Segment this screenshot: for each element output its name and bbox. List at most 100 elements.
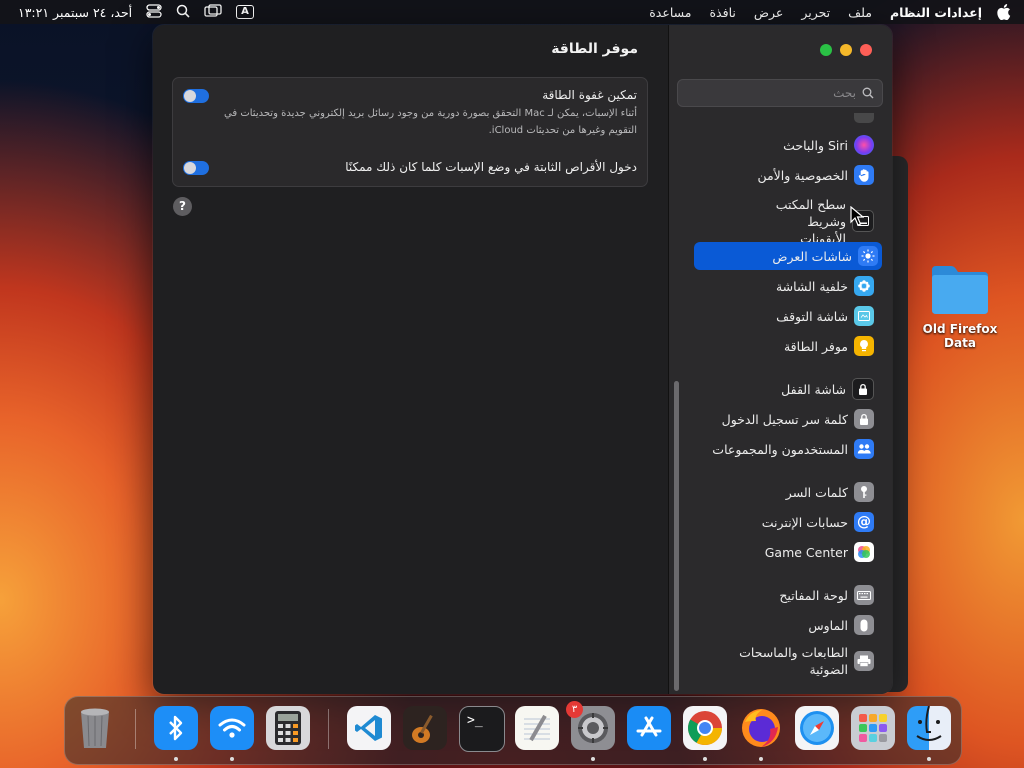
- sidebar-item-label: المستخدمون والمجموعات: [712, 441, 848, 457]
- sidebar-item-partial[interactable]: [692, 113, 878, 123]
- sidebar-list: Siri والباحث الخصوصية والأمن سطح المكتب …: [669, 113, 892, 694]
- menu-bar: إعدادات النظام ملف تحرير عرض نافذة مساعد…: [0, 0, 1024, 24]
- toggle-knob: [184, 162, 196, 174]
- sidebar-item-mouse[interactable]: الماوس: [692, 611, 878, 639]
- input-source-badge[interactable]: A: [236, 5, 254, 19]
- calculator-icon[interactable]: [266, 706, 310, 750]
- sidebar-item-label: الماوس: [808, 617, 848, 633]
- finder-icon[interactable]: [907, 706, 951, 750]
- running-indicator: [174, 757, 178, 761]
- running-indicator: [927, 757, 931, 761]
- dock-separator: [135, 709, 136, 749]
- menu-app-name[interactable]: إعدادات النظام: [890, 5, 982, 20]
- setting-description: أثناء الإسبات، يمكن لـ Mac التحقق بصورة …: [224, 108, 637, 136]
- apple-menu-icon[interactable]: [996, 4, 1012, 20]
- menu-clock[interactable]: أحد، ٢٤ سبتمبر ١٣:٢١: [18, 5, 132, 20]
- launchpad-icon[interactable]: [851, 706, 895, 750]
- sidebar-item-login-password[interactable]: كلمة سر تسجيل الدخول: [692, 405, 878, 433]
- sidebar-item-battery[interactable]: موفر الطاقة: [692, 332, 878, 360]
- sidebar-scrollbar[interactable]: [674, 381, 679, 691]
- menu-view[interactable]: عرض: [754, 5, 783, 20]
- close-button[interactable]: [860, 44, 872, 56]
- search-icon: [862, 87, 874, 99]
- system-settings-icon[interactable]: ٣: [566, 701, 615, 750]
- notifications-icon: [854, 113, 874, 123]
- setting-row-power-nap: تمكين غفوة الطاقة أثناء الإسبات، يمكن لـ…: [182, 88, 637, 139]
- running-indicator: [703, 757, 707, 761]
- screen-mirroring-icon[interactable]: [204, 3, 222, 21]
- mouse-icon: [854, 615, 874, 635]
- sidebar-item-siri[interactable]: Siri والباحث: [692, 131, 878, 159]
- safari-icon[interactable]: [795, 706, 839, 750]
- menu-edit[interactable]: تحرير: [801, 5, 830, 20]
- window-controls: [820, 44, 872, 56]
- sidebar-item-privacy[interactable]: الخصوصية والأمن: [692, 161, 878, 189]
- main-pane: موفر الطاقة تمكين غفوة الطاقة أثناء الإس…: [153, 25, 668, 694]
- sidebar-item-screensaver[interactable]: شاشة التوقف: [692, 302, 878, 330]
- sidebar-item-passwords[interactable]: كلمات السر: [692, 478, 878, 506]
- sidebar-item-displays[interactable]: شاشات العرض: [694, 242, 882, 270]
- control-center-icon[interactable]: [146, 3, 162, 21]
- game-center-icon: [854, 542, 874, 562]
- sidebar-item-label: لوحة المفاتيح: [779, 587, 848, 603]
- running-indicator: [759, 757, 763, 761]
- vscode-icon[interactable]: [347, 706, 391, 750]
- key-icon: [854, 482, 874, 502]
- lock-small-icon: [854, 409, 874, 429]
- search-input[interactable]: [704, 85, 858, 101]
- brightness-icon: [858, 246, 878, 266]
- sidebar-item-wallpaper[interactable]: خلفية الشاشة: [692, 272, 878, 300]
- notification-badge: ٣: [566, 701, 583, 718]
- sidebar-item-printers[interactable]: الطابعات والماسحات الضوئية: [692, 641, 878, 681]
- sidebar-item-label: Game Center: [764, 544, 848, 560]
- terminal-icon[interactable]: >_: [459, 706, 505, 752]
- menu-file[interactable]: ملف: [848, 5, 872, 20]
- sidebar-item-users[interactable]: المستخدمون والمجموعات: [692, 435, 878, 463]
- app-store-icon[interactable]: [627, 706, 671, 750]
- sidebar-item-label: شاشة القفل: [781, 381, 846, 397]
- firefox-icon[interactable]: [739, 706, 783, 750]
- sidebar-item-label: Siri والباحث: [783, 137, 848, 153]
- menu-help[interactable]: مساعدة: [649, 5, 691, 20]
- sidebar-item-label: شاشة التوقف: [776, 308, 848, 324]
- spotlight-search-icon[interactable]: [176, 4, 190, 21]
- dock: >_ ٣: [64, 696, 962, 765]
- lock-icon: [852, 378, 874, 400]
- wifi-icon[interactable]: [210, 706, 254, 750]
- sidebar-item-label: خلفية الشاشة: [775, 278, 848, 294]
- zoom-button[interactable]: [820, 44, 832, 56]
- sidebar-item-label: حسابات الإنترنت: [761, 514, 848, 530]
- minimize-button[interactable]: [840, 44, 852, 56]
- sidebar-item-keyboard[interactable]: لوحة المفاتيح: [692, 581, 878, 609]
- power-nap-toggle[interactable]: [183, 89, 209, 103]
- help-button[interactable]: ?: [173, 197, 192, 216]
- trash-icon[interactable]: [73, 706, 117, 750]
- sidebar-item-label: الطابعات والماسحات الضوئية: [739, 645, 848, 677]
- dock-separator: [328, 709, 329, 749]
- sidebar-item-label: سطح المكتب وشريط الأيقونات: [775, 196, 846, 246]
- sidebar: Siri والباحث الخصوصية والأمن سطح المكتب …: [668, 25, 892, 694]
- sidebar-item-label: كلمات السر: [785, 484, 848, 500]
- running-indicator: [591, 757, 595, 761]
- sidebar-item-label: شاشات العرض: [772, 248, 852, 264]
- sidebar-item-lock-screen[interactable]: شاشة القفل: [692, 375, 878, 403]
- search-field[interactable]: [677, 79, 883, 107]
- bluetooth-icon[interactable]: [154, 706, 198, 750]
- chrome-icon[interactable]: [683, 706, 727, 750]
- menu-window[interactable]: نافذة: [709, 5, 735, 20]
- garageband-icon[interactable]: [403, 706, 447, 750]
- disk-sleep-toggle[interactable]: [183, 161, 209, 175]
- hand-icon: [854, 165, 874, 185]
- setting-row-disk-sleep: دخول الأقراص الثابتة في وضع الإسبات كلما…: [182, 160, 637, 174]
- sidebar-item-game-center[interactable]: Game Center: [692, 538, 878, 566]
- textedit-icon[interactable]: [515, 706, 559, 750]
- toggle-knob: [184, 90, 196, 102]
- sidebar-item-label: الخصوصية والأمن: [757, 167, 848, 183]
- system-settings-window: موفر الطاقة تمكين غفوة الطاقة أثناء الإس…: [153, 25, 892, 694]
- at-icon: @: [854, 512, 874, 532]
- desktop-folder[interactable]: Old Firefox Data: [908, 262, 1012, 350]
- settings-group: تمكين غفوة الطاقة أثناء الإسبات، يمكن لـ…: [172, 77, 648, 187]
- printer-icon: [854, 651, 874, 671]
- sidebar-item-internet-accounts[interactable]: @ حسابات الإنترنت: [692, 508, 878, 536]
- mouse-pointer-icon: [850, 206, 864, 226]
